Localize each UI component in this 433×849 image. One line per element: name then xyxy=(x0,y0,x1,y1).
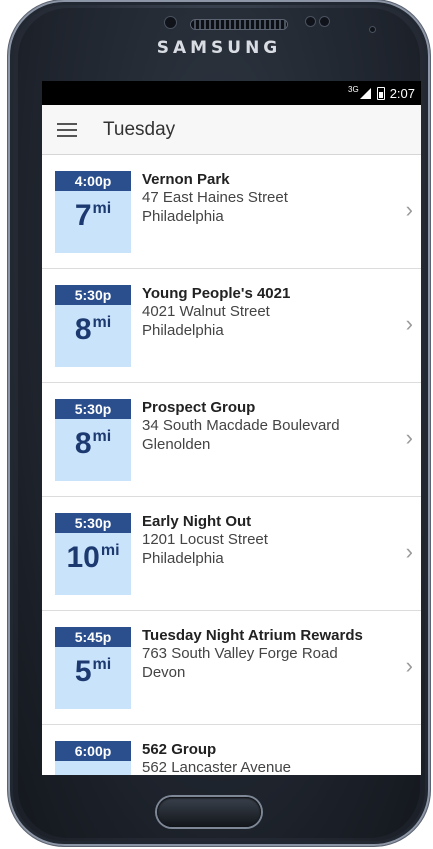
battery-icon xyxy=(376,86,385,100)
meeting-address: 1201 Locust Street xyxy=(142,531,268,548)
meeting-address: 4021 Walnut Street xyxy=(142,303,270,320)
phone-frame: SAMSUNG 3G 2:07 Tuesday 4:00p 7mi Vernon… xyxy=(8,0,430,846)
earpiece-speaker xyxy=(191,20,287,29)
meeting-distance: 8mi xyxy=(55,427,131,461)
chevron-right-icon: › xyxy=(405,539,413,564)
meeting-info: Young People's 4021 4021 Walnut Street P… xyxy=(142,285,392,340)
meeting-city: Glenolden xyxy=(142,436,211,453)
meeting-row[interactable]: 5:45p 5mi Tuesday Night Atrium Rewards 7… xyxy=(42,611,421,725)
meeting-info: Prospect Group 34 South Macdade Boulevar… xyxy=(142,399,392,454)
meeting-info: 562 Group 562 Lancaster Avenue xyxy=(142,741,392,775)
chevron-right-icon: › xyxy=(405,311,413,336)
meeting-name: Vernon Park xyxy=(142,171,230,188)
meeting-time: 5:30p xyxy=(55,513,131,533)
app-bar: Tuesday xyxy=(42,105,421,155)
meeting-time: 4:00p xyxy=(55,171,131,191)
meeting-info: Tuesday Night Atrium Rewards 763 South V… xyxy=(142,627,392,682)
meeting-info: Early Night Out 1201 Locust Street Phila… xyxy=(142,513,392,568)
meeting-name: 562 Group xyxy=(142,741,217,758)
distance-unit: mi xyxy=(100,542,120,559)
meeting-time: 5:45p xyxy=(55,627,131,647)
status-bar: 3G 2:07 xyxy=(42,81,421,105)
meeting-distance: 10mi xyxy=(55,541,131,575)
meeting-info: Vernon Park 47 East Haines Street Philad… xyxy=(142,171,392,226)
meeting-badge: 4:00p 7mi xyxy=(55,171,131,253)
meeting-time: 5:30p xyxy=(55,285,131,305)
meeting-distance: 7mi xyxy=(55,199,131,233)
meeting-badge: 5:30p 8mi xyxy=(55,285,131,367)
meeting-badge: 5:30p 10mi xyxy=(55,513,131,595)
meeting-name: Prospect Group xyxy=(142,399,256,416)
meeting-name: Tuesday Night Atrium Rewards xyxy=(142,627,363,644)
meeting-distance: 5mi xyxy=(55,655,131,689)
distance-value: 8 xyxy=(74,427,92,460)
proximity-sensor-icon xyxy=(306,17,315,26)
distance-unit: mi xyxy=(92,656,112,673)
meeting-city: Devon xyxy=(142,664,186,681)
meeting-address: 763 South Valley Forge Road xyxy=(142,645,338,662)
home-button[interactable] xyxy=(157,797,261,827)
status-time: 2:07 xyxy=(389,85,415,101)
meeting-row[interactable]: 6:00p 562 Group 562 Lancaster Avenue xyxy=(42,725,421,775)
meeting-name: Young People's 4021 xyxy=(142,285,291,302)
distance-value: 10 xyxy=(66,541,100,574)
meeting-time: 6:00p xyxy=(55,741,131,761)
brand-logo: SAMSUNG xyxy=(156,38,282,58)
screen: 3G 2:07 Tuesday 4:00p 7mi Vernon Park 47… xyxy=(42,81,421,775)
distance-unit: mi xyxy=(92,314,112,331)
page-title: Tuesday xyxy=(103,118,176,140)
notification-led-icon xyxy=(370,27,375,32)
meeting-badge: 6:00p xyxy=(55,741,131,775)
meeting-name: Early Night Out xyxy=(142,513,252,530)
meeting-row[interactable]: 4:00p 7mi Vernon Park 47 East Haines Str… xyxy=(42,155,421,269)
distance-value: 7 xyxy=(74,199,92,232)
distance-unit: mi xyxy=(92,428,112,445)
meeting-city: Philadelphia xyxy=(142,550,224,567)
distance-unit: mi xyxy=(92,200,112,217)
meeting-badge: 5:45p 5mi xyxy=(55,627,131,709)
chevron-right-icon: › xyxy=(405,653,413,678)
light-sensor-icon xyxy=(320,17,329,26)
meeting-address: 34 South Macdade Boulevard xyxy=(142,417,340,434)
front-camera-icon xyxy=(165,17,176,28)
chevron-right-icon: › xyxy=(405,197,413,222)
meeting-city: Philadelphia xyxy=(142,322,224,339)
meeting-city: Philadelphia xyxy=(142,208,224,225)
chevron-right-icon: › xyxy=(405,425,413,450)
hamburger-menu-icon[interactable] xyxy=(57,119,77,141)
meeting-row[interactable]: 5:30p 10mi Early Night Out 1201 Locust S… xyxy=(42,497,421,611)
meeting-address: 562 Lancaster Avenue xyxy=(142,759,292,775)
meeting-list: 4:00p 7mi Vernon Park 47 East Haines Str… xyxy=(42,155,421,775)
network-type: 3G xyxy=(348,84,359,94)
meeting-distance: 8mi xyxy=(55,313,131,347)
signal-icon xyxy=(359,87,371,99)
meeting-address: 47 East Haines Street xyxy=(142,189,288,206)
distance-value: 8 xyxy=(74,313,92,346)
meeting-row[interactable]: 5:30p 8mi Prospect Group 34 South Macdad… xyxy=(42,383,421,497)
distance-value: 5 xyxy=(74,655,92,688)
meeting-badge: 5:30p 8mi xyxy=(55,399,131,481)
meeting-time: 5:30p xyxy=(55,399,131,419)
meeting-row[interactable]: 5:30p 8mi Young People's 4021 4021 Walnu… xyxy=(42,269,421,383)
